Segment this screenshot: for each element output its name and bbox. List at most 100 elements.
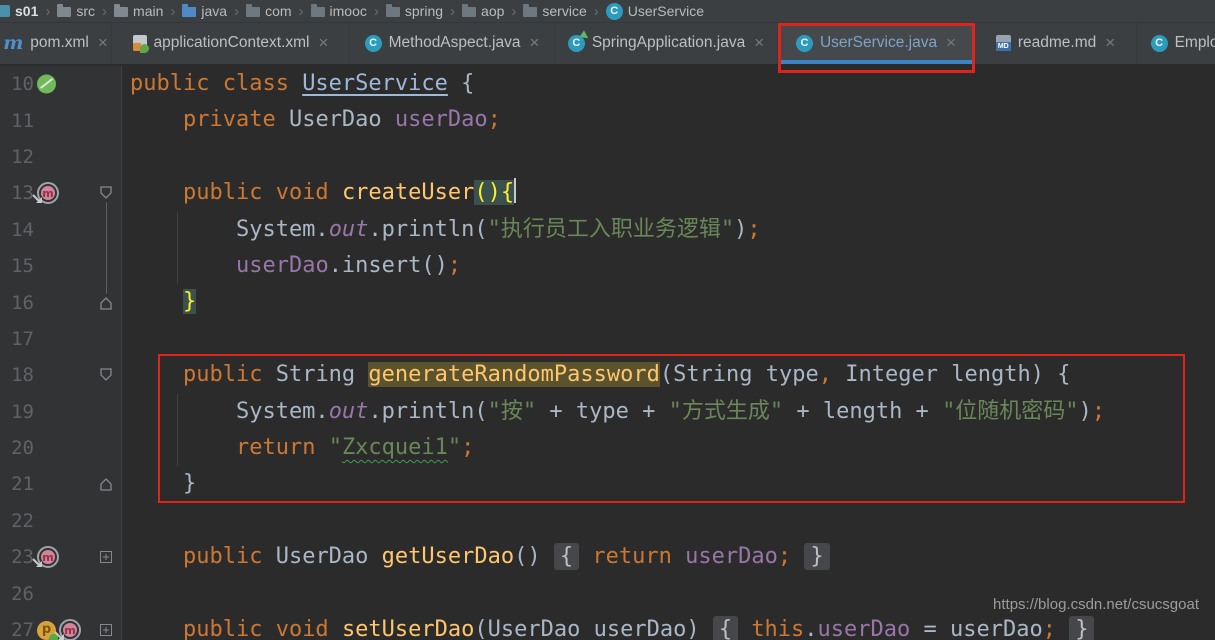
gutter: 23m <box>0 539 122 575</box>
token-pl: UserDao <box>276 544 382 569</box>
code-text[interactable]: private UserDao userDao; <box>122 102 1215 138</box>
breadcrumb-item-src[interactable]: src <box>57 3 95 19</box>
gutter-icons: m <box>37 546 59 568</box>
chevron-separator: › <box>234 3 239 20</box>
gutter: 15 <box>0 248 122 284</box>
tab-applicationContext.xml[interactable]: applicationContext.xml× <box>112 22 350 64</box>
chevron-separator: › <box>45 3 50 20</box>
text-caret <box>514 178 516 203</box>
token-str: "按" <box>488 399 537 424</box>
code-text[interactable]: public String generateRandomPassword(Str… <box>122 357 1215 393</box>
gutter: 10 <box>0 66 122 102</box>
code-text[interactable]: public UserDao getUserDao() { return use… <box>122 539 1215 575</box>
token-kw: private <box>183 107 289 132</box>
line-number: 11 <box>0 110 34 132</box>
fold-marker-open-top[interactable] <box>98 185 114 201</box>
tab-Employee[interactable]: CEmployee× <box>1137 22 1215 64</box>
code-text[interactable]: return "Zxcquei1"; <box>122 430 1215 466</box>
code-text[interactable] <box>122 321 1215 357</box>
code-text[interactable]: System.out.println("执行员工入职业务逻辑"); <box>122 212 1215 248</box>
fold-marker-plus[interactable] <box>98 622 114 638</box>
code-text[interactable]: System.out.println("按" + type + "方式生成" +… <box>122 394 1215 430</box>
breadcrumb-item-com[interactable]: com <box>246 3 291 19</box>
breadcrumb-item-java[interactable]: java <box>182 3 227 19</box>
fold-marker-plus[interactable] <box>98 549 114 565</box>
gutter: 11 <box>0 102 122 138</box>
fold-gutter <box>93 66 119 102</box>
line-number: 22 <box>0 510 34 532</box>
navigate-arrow-icon <box>54 627 66 640</box>
breadcrumb-label: src <box>76 3 95 19</box>
code-text[interactable]: } <box>122 284 1215 320</box>
token-pl: . <box>804 617 817 640</box>
token-pl <box>130 107 183 132</box>
code-text[interactable]: public class UserService { <box>122 66 1215 102</box>
breadcrumb-label: UserService <box>628 3 704 19</box>
tab-UserService.java[interactable]: CUserService.java× <box>778 22 975 64</box>
breadcrumb-item-aop[interactable]: aop <box>462 3 504 19</box>
chevron-separator: › <box>170 3 175 20</box>
aop-advice-icon[interactable]: m <box>37 546 59 568</box>
breadcrumb-item-imooc[interactable]: imooc <box>311 3 367 19</box>
tab-label: pom.xml <box>30 34 89 52</box>
close-icon[interactable]: × <box>1105 36 1115 50</box>
close-icon[interactable]: × <box>319 36 329 50</box>
package-icon <box>246 7 260 17</box>
fold-marker-open-top[interactable] <box>98 367 114 383</box>
gutter: 19 <box>0 394 122 430</box>
token-kw: public void <box>183 617 342 640</box>
code-text[interactable] <box>122 503 1215 539</box>
token-semi: ; <box>488 107 501 132</box>
fold-gutter <box>93 357 119 393</box>
gutter: 27pm <box>0 612 122 640</box>
package-icon <box>386 7 400 17</box>
spring-bean-icon[interactable] <box>37 75 56 94</box>
code-text[interactable] <box>122 139 1215 175</box>
fold-gutter <box>93 139 119 175</box>
fold-marker-open-bottom[interactable] <box>98 476 114 492</box>
aop-advice-icon[interactable]: m <box>37 182 59 204</box>
gutter-icons: pm <box>37 619 81 640</box>
fold-gutter <box>93 539 119 575</box>
code-text[interactable]: } <box>122 466 1215 502</box>
breadcrumb-item-main[interactable]: main <box>114 3 163 19</box>
code-text[interactable]: public void createUser(){ <box>122 175 1215 211</box>
close-icon[interactable]: × <box>98 36 108 50</box>
token-mhl: generateRandomPassword <box>368 362 659 387</box>
fold-marker-open-bottom[interactable] <box>98 295 114 311</box>
line-number: 19 <box>0 401 34 423</box>
code-editor[interactable]: 10public class UserService { 11 private U… <box>0 64 1215 640</box>
breadcrumb-label: imooc <box>330 3 367 19</box>
close-icon[interactable]: × <box>946 36 956 50</box>
module-icon <box>0 5 10 17</box>
code-text[interactable]: userDao.insert(); <box>122 248 1215 284</box>
token-kw: public void <box>183 180 342 205</box>
breadcrumb-item-service[interactable]: service <box>523 3 586 19</box>
token-fld: userDao <box>236 253 329 278</box>
token-fobx: } <box>804 543 829 570</box>
token-mdecl: createUser <box>342 180 474 205</box>
token-pl <box>1056 617 1069 640</box>
tab-pom.xml[interactable]: mpom.xml× <box>0 22 112 64</box>
tab-MethodAspect.java[interactable]: CMethodAspect.java× <box>350 22 555 64</box>
fold-gutter <box>93 321 119 357</box>
breadcrumb-item-spring[interactable]: spring <box>386 3 443 19</box>
package-icon <box>523 7 537 17</box>
token-kw: return <box>592 544 671 569</box>
close-icon[interactable]: × <box>529 36 539 50</box>
breadcrumb-item-s01[interactable]: s01 <box>0 3 38 19</box>
aop-advice-icon[interactable]: m <box>59 619 81 640</box>
token-pl <box>672 544 685 569</box>
close-icon[interactable]: × <box>754 36 764 50</box>
breadcrumb-item-UserService[interactable]: CUserService <box>606 3 704 20</box>
breadcrumb-label: service <box>542 3 586 19</box>
code-line-23: 23m public UserDao getUserDao() { return… <box>0 539 1215 575</box>
tab-readme.md[interactable]: MDreadme.md× <box>975 22 1137 64</box>
package-icon <box>311 7 325 17</box>
code-text[interactable]: public void setUserDao(UserDao userDao) … <box>122 612 1215 640</box>
code-line-10: 10public class UserService { <box>0 66 1215 102</box>
token-kw: public class <box>130 71 302 96</box>
code-line-22: 22 <box>0 503 1215 539</box>
tab-SpringApplication.java[interactable]: CSpringApplication.java× <box>555 22 778 64</box>
token-pl: } <box>130 471 196 496</box>
